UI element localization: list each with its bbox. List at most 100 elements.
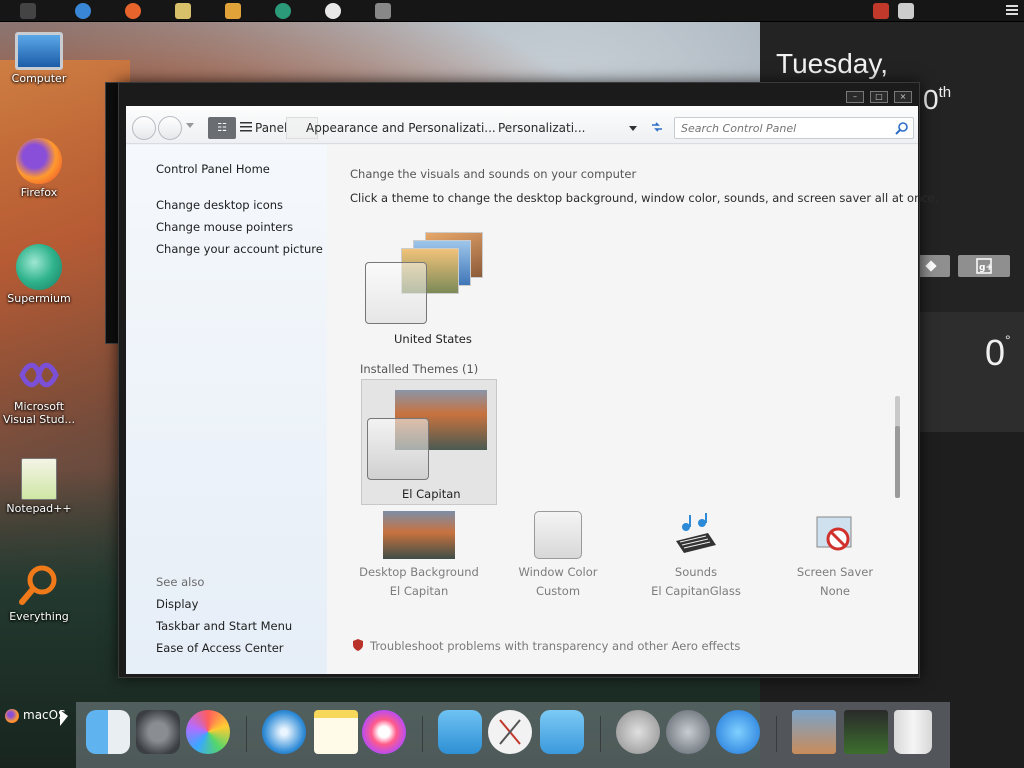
widget-date-number: 0 xyxy=(923,84,939,115)
volume-muted-icon[interactable] xyxy=(898,3,914,19)
applications-folder-icon[interactable] xyxy=(540,710,584,754)
sounds-icon xyxy=(672,511,720,559)
theme-el-capitan[interactable]: El Capitan xyxy=(361,379,497,505)
finder-icon[interactable] xyxy=(86,710,130,754)
search-magnifier-icon xyxy=(16,562,62,608)
dock-separator xyxy=(600,716,601,752)
music-icon[interactable] xyxy=(362,710,406,754)
shield-icon xyxy=(352,639,364,651)
link-control-panel-home[interactable]: Control Panel Home xyxy=(156,162,270,176)
address-dropdown-chevron-icon[interactable] xyxy=(629,126,637,131)
recent-pages-chevron-icon[interactable] xyxy=(186,123,194,128)
close-button[interactable]: × xyxy=(894,91,912,103)
desktop-icon-firefox[interactable]: Firefox xyxy=(0,138,78,199)
sounds-setting[interactable]: Sounds El CapitanGlass xyxy=(636,511,756,601)
window-titlebar[interactable]: – □ × xyxy=(119,83,919,105)
main-content: Change the visuals and sounds on your co… xyxy=(327,145,938,674)
firefox-taskbar-icon[interactable] xyxy=(125,3,141,19)
supermium-icon xyxy=(16,244,62,290)
window-color-setting[interactable]: Window Color Custom xyxy=(498,511,618,601)
maximize-button[interactable]: □ xyxy=(870,91,888,103)
installed-themes-heading: Installed Themes (1) xyxy=(360,362,479,376)
forward-button[interactable] xyxy=(158,116,182,140)
screen-saver-icon xyxy=(811,511,859,559)
media-player-icon[interactable] xyxy=(225,3,241,19)
desktop-icon-everything[interactable]: Everything xyxy=(0,562,78,623)
start-firefox-icon xyxy=(5,708,19,723)
link-ease-of-access[interactable]: Ease of Access Center xyxy=(156,641,284,655)
theme-united-states[interactable] xyxy=(365,218,495,324)
x-app-icon[interactable] xyxy=(325,3,341,19)
hamburger-menu-icon[interactable] xyxy=(1005,3,1021,19)
safari-icon[interactable] xyxy=(262,710,306,754)
minimize-button[interactable]: – xyxy=(846,91,864,103)
supermium-taskbar-icon[interactable] xyxy=(275,3,291,19)
desktop-icon-label: Computer xyxy=(11,72,67,85)
file-explorer-icon[interactable] xyxy=(175,3,191,19)
breadcrumb-control-panel[interactable]: Panel xyxy=(255,121,287,135)
game-center-icon[interactable] xyxy=(186,710,230,754)
trash-icon[interactable] xyxy=(894,710,932,754)
refresh-icon[interactable] xyxy=(649,119,665,135)
desktop-icon-supermium[interactable]: Supermium xyxy=(0,244,78,305)
theme-color-swatch xyxy=(367,418,429,480)
power-icon[interactable] xyxy=(616,710,660,754)
page-description: Click a theme to change the desktop back… xyxy=(350,191,939,205)
breadcrumb-appearance[interactable]: Appearance and Personalizati... xyxy=(306,121,496,135)
troubleshoot-link[interactable]: Troubleshoot problems with transparency … xyxy=(370,639,740,653)
desktop-background-icon xyxy=(383,511,455,559)
sounds-value: El CapitanGlass xyxy=(651,584,741,598)
preview-icon[interactable] xyxy=(792,710,836,754)
camera-app-icon[interactable] xyxy=(375,3,391,19)
see-also-heading: See also xyxy=(156,575,205,589)
search-icon[interactable] xyxy=(895,121,909,135)
google-plus-button[interactable]: g+ xyxy=(958,255,1010,277)
sidebar: Control Panel Home Change desktop icons … xyxy=(126,145,327,674)
desktop-icon-label: Firefox xyxy=(20,186,58,199)
window-color-icon xyxy=(534,511,582,559)
temperature-value: 0 xyxy=(985,332,1006,373)
dock-separator xyxy=(422,716,423,752)
search-input[interactable] xyxy=(681,121,886,136)
link-taskbar-start-menu[interactable]: Taskbar and Start Menu xyxy=(156,619,292,633)
control-panel-content: ☷ Panel Appearance and Personalizati... … xyxy=(126,106,938,674)
top-taskbar xyxy=(0,0,1024,22)
apple-menu-icon[interactable] xyxy=(20,3,36,19)
folder-icon[interactable] xyxy=(438,710,482,754)
internet-explorer-icon[interactable] xyxy=(75,3,91,19)
desktop-icon-computer[interactable]: Computer xyxy=(0,32,78,85)
widget-date: 0th xyxy=(923,84,951,116)
x-app-dock-icon[interactable] xyxy=(488,710,532,754)
theme-color-swatch xyxy=(365,262,427,324)
desktop-icon-label: Supermium xyxy=(7,292,71,305)
view-grid-button[interactable]: ☷ xyxy=(208,117,236,139)
theme-el-capitan-label: El Capitan xyxy=(402,487,461,501)
notes-icon[interactable] xyxy=(314,710,358,754)
themes-scrollbar-thumb[interactable] xyxy=(895,426,900,498)
back-button[interactable] xyxy=(132,116,156,140)
app-store-icon[interactable] xyxy=(716,710,760,754)
notepad-plus-plus-icon xyxy=(21,458,57,500)
screen-saver-title: Screen Saver xyxy=(796,565,874,579)
desktop-background-setting[interactable]: Desktop Background El Capitan xyxy=(359,511,479,601)
firefox-icon xyxy=(16,138,62,184)
launchpad-icon[interactable] xyxy=(666,710,710,754)
screen-saver-setting[interactable]: Screen Saver None xyxy=(775,511,895,601)
system-preferences-icon[interactable] xyxy=(136,710,180,754)
network-tray-icon[interactable] xyxy=(873,3,889,19)
link-change-desktop-icons[interactable]: Change desktop icons xyxy=(156,198,283,212)
desktop-icon-label: Everything xyxy=(9,610,69,623)
theme-united-states-label: United States xyxy=(394,332,472,346)
list-icon xyxy=(240,120,252,134)
desktop-icon-notepad[interactable]: Notepad++ xyxy=(0,458,78,515)
breadcrumb-personalization[interactable]: Personalizati... xyxy=(498,121,585,135)
desktop-icon-visual-studio[interactable]: Microsoft Visual Stud... xyxy=(0,352,78,426)
desktop-icon-label: Notepad++ xyxy=(6,502,72,515)
search-box[interactable] xyxy=(674,117,914,139)
link-display[interactable]: Display xyxy=(156,597,198,611)
navigation-bar: ☷ Panel Appearance and Personalizati... … xyxy=(126,106,918,165)
task-manager-icon[interactable] xyxy=(844,710,888,754)
link-change-mouse-pointers[interactable]: Change mouse pointers xyxy=(156,220,293,234)
visual-studio-icon xyxy=(16,352,62,398)
link-change-account-picture[interactable]: Change your account picture xyxy=(156,242,323,256)
